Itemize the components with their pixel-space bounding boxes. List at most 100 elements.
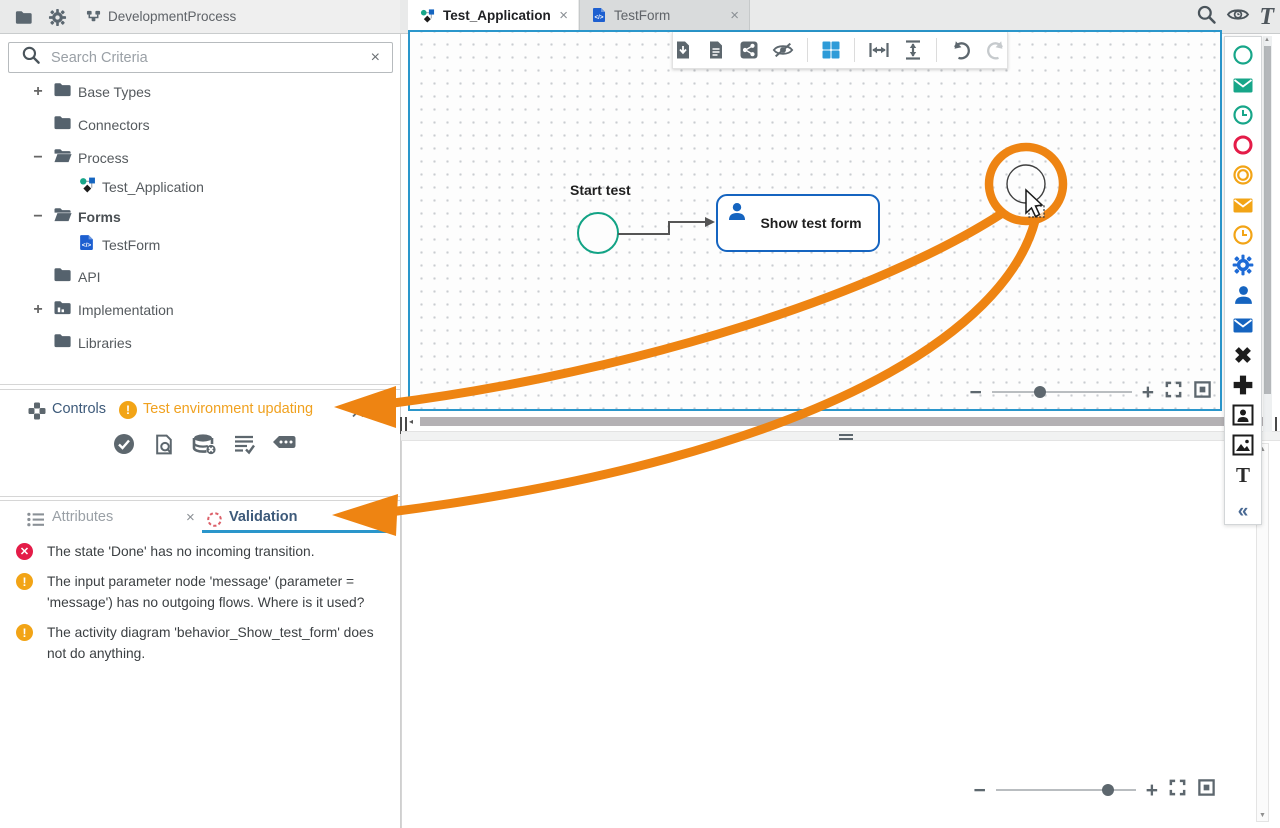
tags-button[interactable] bbox=[271, 431, 297, 457]
message-intermediate-icon[interactable] bbox=[1228, 190, 1258, 220]
preview-button[interactable] bbox=[1226, 4, 1250, 30]
tree-item-forms[interactable]: − Forms bbox=[0, 202, 400, 232]
zoom-in-button[interactable]: + bbox=[1142, 382, 1154, 403]
settings-button[interactable] bbox=[42, 4, 72, 30]
splitter-handle[interactable] bbox=[839, 434, 853, 440]
user-task-icon[interactable] bbox=[1228, 280, 1258, 310]
message-task-icon[interactable] bbox=[1228, 310, 1258, 340]
tree-item-label: TestForm bbox=[102, 237, 160, 253]
share-button[interactable] bbox=[739, 39, 759, 61]
horizontal-splitter[interactable] bbox=[401, 431, 1280, 441]
grid-toggle-button[interactable] bbox=[821, 39, 841, 61]
fullscreen-button[interactable] bbox=[1168, 778, 1187, 802]
diagram-canvas[interactable]: Start test Show test form − + bbox=[408, 30, 1222, 411]
breadcrumb[interactable]: DevelopmentProcess bbox=[80, 0, 400, 33]
folder-icon bbox=[53, 81, 72, 103]
collapse-icon[interactable]: − bbox=[30, 149, 46, 167]
fit-height-button[interactable] bbox=[903, 39, 923, 61]
parallel-gateway-icon[interactable] bbox=[1228, 370, 1258, 400]
document-button[interactable] bbox=[706, 39, 726, 61]
warning-icon: ! bbox=[119, 401, 137, 419]
image-icon[interactable] bbox=[1228, 430, 1258, 460]
timer-intermediate-icon[interactable] bbox=[1228, 220, 1258, 250]
fullscreen-button[interactable] bbox=[1164, 380, 1183, 404]
close-attributes-icon[interactable]: × bbox=[186, 509, 195, 526]
tree-item-api[interactable]: API bbox=[0, 262, 400, 292]
zoom-out-button[interactable]: − bbox=[969, 382, 981, 403]
tab-close-icon[interactable]: × bbox=[730, 8, 739, 23]
zoom-out-button[interactable]: − bbox=[973, 780, 985, 801]
user-frame-icon[interactable] bbox=[1228, 400, 1258, 430]
tree-item-connectors[interactable]: Connectors bbox=[0, 110, 400, 140]
header-right-icons: T bbox=[1196, 0, 1276, 33]
tab-attributes[interactable]: Attributes bbox=[52, 509, 113, 525]
tree-item-test-application[interactable]: Test_Application bbox=[0, 172, 400, 202]
message-start-icon[interactable] bbox=[1228, 70, 1258, 100]
close-controls-icon[interactable]: × bbox=[378, 399, 387, 416]
close-gateway-icon[interactable] bbox=[1228, 340, 1258, 370]
redo-button[interactable] bbox=[985, 39, 1007, 61]
user-task-node[interactable]: Show test form bbox=[716, 194, 880, 252]
zoom-slider[interactable] bbox=[996, 789, 1136, 791]
tree-item-process[interactable]: − Process bbox=[0, 143, 400, 173]
document-search-button[interactable] bbox=[151, 431, 177, 457]
validation-message-warning[interactable]: ! The input parameter node 'message' (pa… bbox=[16, 571, 378, 613]
validation-message-warning[interactable]: ! The activity diagram 'behavior_Show_te… bbox=[16, 622, 378, 664]
tree-item-base-types[interactable]: + Base Types bbox=[0, 77, 400, 107]
application-window: DevelopmentProcess T Test_Application × … bbox=[0, 0, 1280, 828]
zoom-slider-knob[interactable] bbox=[1102, 784, 1114, 796]
search-input[interactable] bbox=[51, 50, 371, 66]
validation-message-error[interactable]: ✕ The state 'Done' has no incoming trans… bbox=[16, 541, 378, 562]
close-validation-icon[interactable]: × bbox=[376, 509, 385, 526]
fit-view-button[interactable] bbox=[1197, 778, 1216, 802]
database-reset-button[interactable] bbox=[191, 431, 217, 457]
hide-button[interactable] bbox=[772, 39, 794, 61]
user-icon bbox=[727, 202, 747, 226]
tab-testform[interactable]: </> TestForm × bbox=[579, 0, 750, 30]
palette-scroll-thumb[interactable] bbox=[1264, 46, 1271, 394]
scroll-down-icon[interactable]: ▼ bbox=[1259, 812, 1266, 819]
form-file-icon: </> bbox=[592, 7, 606, 23]
start-event-node[interactable] bbox=[577, 212, 619, 254]
validate-button[interactable] bbox=[111, 431, 137, 457]
log-list-button[interactable] bbox=[231, 431, 257, 457]
tree-item-testform[interactable]: </> TestForm bbox=[0, 230, 400, 260]
folder-icon bbox=[53, 266, 72, 288]
undo-button[interactable] bbox=[950, 39, 972, 61]
tree-item-libraries[interactable]: Libraries bbox=[0, 328, 400, 358]
collapse-panel-icon[interactable]: « bbox=[1228, 496, 1258, 526]
canvas-horizontal-scrollbar[interactable]: ◂ bbox=[408, 416, 1270, 427]
global-search-button[interactable] bbox=[1196, 4, 1217, 30]
secondary-zoom-controls: − + bbox=[973, 778, 1216, 802]
chevron-up-icon[interactable] bbox=[352, 405, 364, 423]
tree-item-label: Base Types bbox=[78, 84, 151, 100]
zoom-slider[interactable] bbox=[992, 391, 1132, 393]
collapse-icon[interactable]: − bbox=[30, 208, 46, 226]
tab-validation[interactable]: Validation bbox=[229, 509, 298, 525]
expand-icon[interactable]: + bbox=[30, 301, 46, 319]
zoom-slider-knob[interactable] bbox=[1034, 386, 1046, 398]
export-file-button[interactable] bbox=[673, 39, 693, 61]
folder-icon bbox=[53, 332, 72, 354]
secondary-canvas[interactable]: − + bbox=[401, 441, 1280, 828]
zoom-in-button[interactable]: + bbox=[1146, 780, 1158, 801]
expand-icon[interactable]: + bbox=[30, 83, 46, 101]
end-event-circle-icon[interactable] bbox=[1228, 130, 1258, 160]
controls-panel: Controls ! Test environment updating × bbox=[0, 389, 400, 497]
fit-width-button[interactable] bbox=[868, 39, 890, 61]
open-folder-button[interactable] bbox=[8, 4, 38, 30]
tab-close-icon[interactable]: × bbox=[559, 8, 568, 23]
horizontal-scroll-thumb[interactable] bbox=[420, 417, 1264, 426]
scroll-up-icon[interactable]: ▲ bbox=[1264, 37, 1270, 43]
svg-text:</>: </> bbox=[595, 14, 604, 21]
fit-view-button[interactable] bbox=[1193, 380, 1212, 404]
text-icon[interactable]: T bbox=[1228, 460, 1258, 490]
start-event-circle-icon[interactable] bbox=[1228, 40, 1258, 70]
tab-test-application[interactable]: Test_Application × bbox=[408, 0, 578, 30]
tree-item-implementation[interactable]: + Implementation bbox=[0, 295, 400, 325]
intermediate-event-icon[interactable] bbox=[1228, 160, 1258, 190]
service-gear-icon[interactable] bbox=[1228, 250, 1258, 280]
timer-start-icon[interactable] bbox=[1228, 100, 1258, 130]
clear-search-icon[interactable]: × bbox=[371, 49, 380, 67]
scroll-left-icon[interactable]: ◂ bbox=[409, 417, 413, 426]
